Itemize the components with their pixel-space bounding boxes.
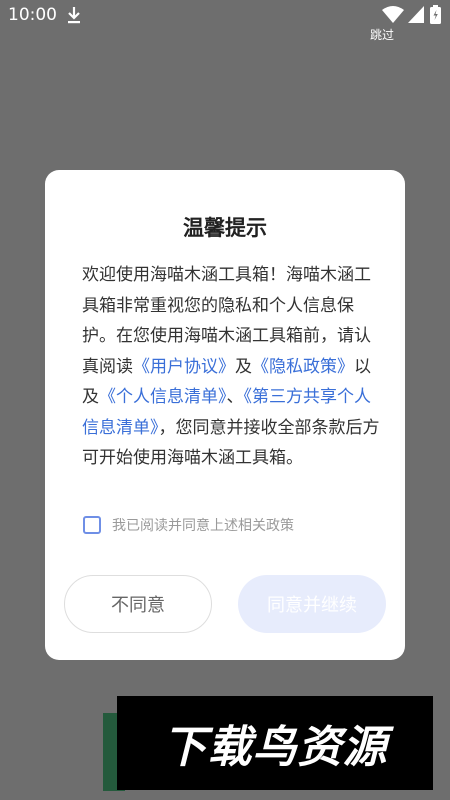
skip-button[interactable]: 跳过	[370, 26, 394, 43]
status-time: 10:00	[8, 5, 57, 25]
consent-row[interactable]: 我已阅读并同意上述相关政策	[83, 514, 294, 536]
agree-continue-button[interactable]: 同意并继续	[238, 575, 386, 633]
wifi-icon	[382, 6, 404, 23]
consent-checkbox[interactable]	[83, 516, 101, 534]
watermark-text: 下载鸟资源	[162, 722, 388, 773]
download-icon	[68, 7, 80, 24]
privacy-dialog: 温馨提示 欢迎使用海喵木涵工具箱！海喵木涵工具箱非常重视您的隐私和个人信息保护。…	[45, 170, 405, 660]
body-and-1: 及	[235, 356, 252, 377]
dialog-title: 温馨提示	[183, 216, 267, 240]
user-agreement-link[interactable]: 《用户协议》	[133, 357, 235, 377]
consent-label: 我已阅读并同意上述相关政策	[112, 518, 294, 534]
watermark-banner: 下载鸟资源	[117, 696, 433, 790]
personal-info-list-link[interactable]: 《个人信息清单》	[99, 387, 227, 407]
battery-icon	[430, 5, 441, 24]
disagree-button[interactable]: 不同意	[64, 575, 212, 633]
signal-icon	[408, 6, 424, 23]
dialog-body: 欢迎使用海喵木涵工具箱！海喵木涵工具箱非常重视您的隐私和个人信息保护。在您使用海…	[82, 260, 382, 474]
privacy-policy-link[interactable]: 《隐私政策》	[252, 357, 354, 377]
body-separator: 、	[226, 387, 244, 407]
